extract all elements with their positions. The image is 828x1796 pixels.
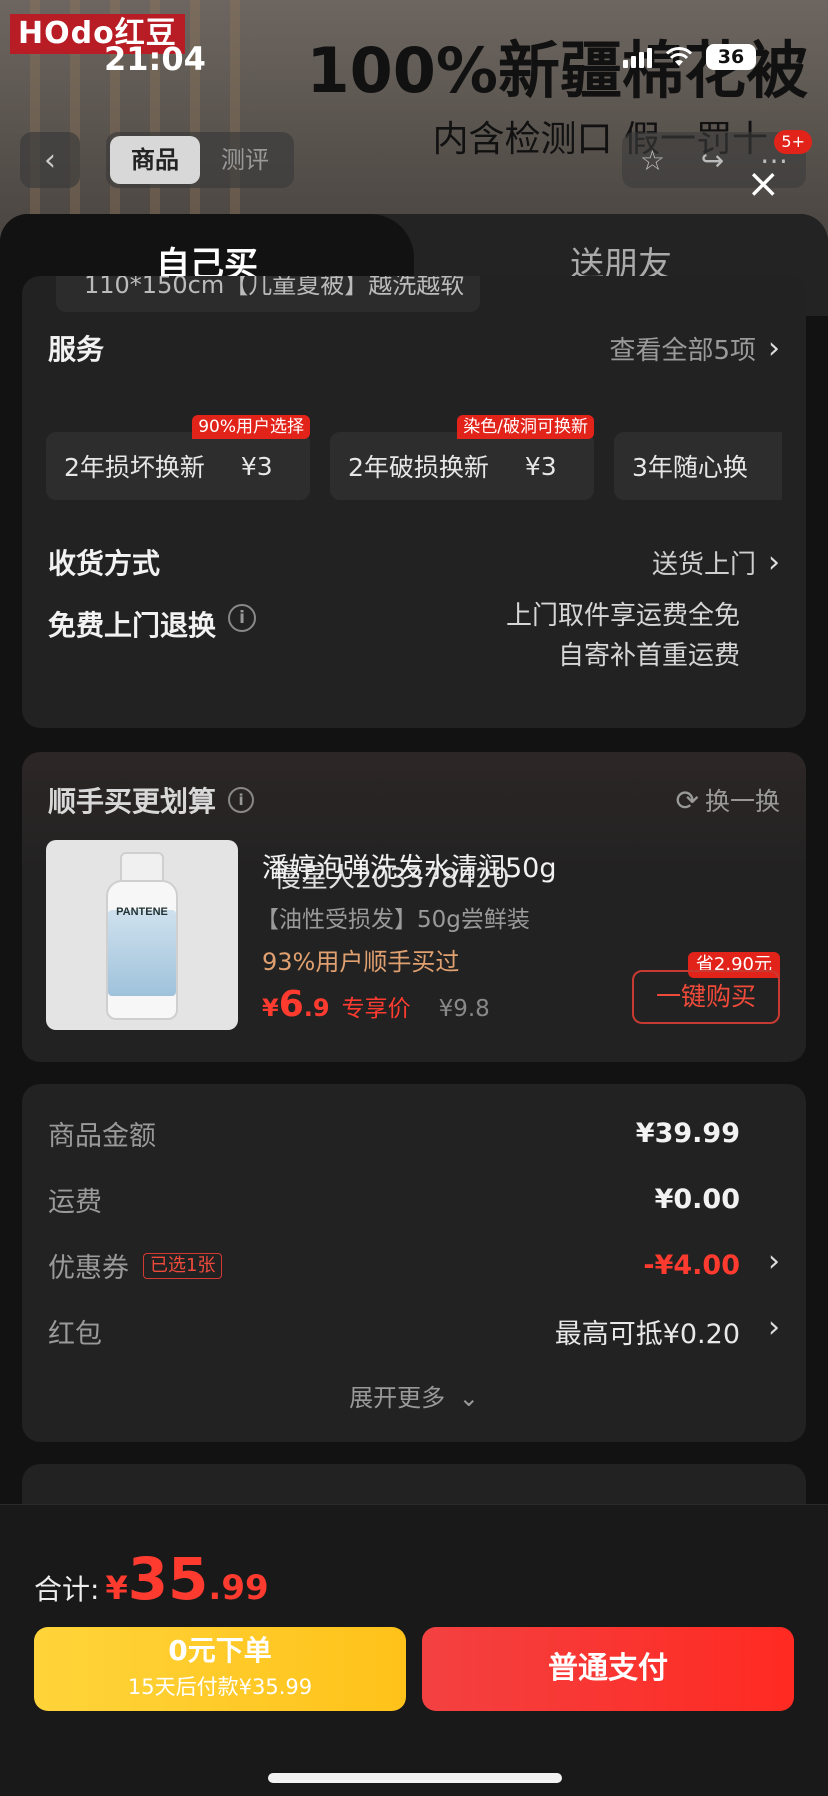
- service-card: 110*150cm【儿童夏被】越洗越软 服务 查看全部5项 › 90%用户选择 …: [22, 276, 806, 728]
- service-view-all: 查看全部5项: [609, 335, 756, 366]
- summary-value: 最高可抵¥0.20: [554, 1319, 740, 1350]
- service-option-price: ¥3: [524, 451, 557, 481]
- service-option-name: 3年随心换: [632, 453, 748, 482]
- delivery-label: 收货方式: [48, 547, 161, 580]
- free-return-label: 免费上门退换: [48, 609, 217, 642]
- addon-header: 顺手买更划算 i ⟳ 换一换: [48, 780, 780, 820]
- service-option-2[interactable]: 染色/破洞可换新 2年破损换新 ¥3: [330, 415, 594, 500]
- summary-row-goods: 商品金额 ¥39.99: [48, 1114, 740, 1153]
- pay-later-title: 0元下单: [168, 1634, 272, 1667]
- back-button[interactable]: ‹: [20, 132, 80, 188]
- summary-value: ¥39.99: [635, 1118, 740, 1149]
- free-return-line2: 自寄补首重运费: [557, 641, 740, 671]
- chevron-right-icon[interactable]: ›: [768, 1310, 780, 1345]
- coupon-selected-tag: 已选1张: [143, 1252, 223, 1279]
- one-click-buy-button[interactable]: 一键购买: [632, 970, 780, 1024]
- service-title: 服务: [48, 333, 105, 366]
- summary-row-redpacket[interactable]: 红包 最高可抵¥0.20: [48, 1312, 740, 1351]
- total-price: 合计: ¥ 35 .99: [34, 1545, 269, 1613]
- summary-value: ¥0.00: [654, 1184, 740, 1215]
- service-row[interactable]: 服务 查看全部5项 ›: [48, 328, 780, 368]
- bottle-label-shape: [108, 910, 176, 996]
- tab-review[interactable]: 测评: [200, 136, 290, 184]
- info-icon[interactable]: i: [228, 787, 255, 813]
- summary-label: 商品金额: [48, 1121, 156, 1152]
- chevron-down-icon: ⌄: [458, 1384, 479, 1412]
- price-dec: .9: [303, 994, 330, 1022]
- chevron-right-icon: ›: [768, 330, 780, 366]
- service-option-1[interactable]: 90%用户选择 2年损坏换新 ¥3: [46, 415, 310, 500]
- summary-row-coupon[interactable]: 优惠券 已选1张 -¥4.00: [48, 1246, 740, 1285]
- tab-product[interactable]: 商品: [110, 136, 200, 184]
- pay-later-subtitle: 15天后付款¥35.99: [127, 1675, 313, 1699]
- notification-badge: 5+: [774, 130, 812, 154]
- total-symbol: ¥: [105, 1569, 128, 1607]
- free-return-row: 免费上门退换 i 上门取件享运费全免 自寄补首重运费: [48, 601, 780, 676]
- expand-more-button[interactable]: 展开更多 ⌄: [22, 1378, 806, 1413]
- battery-icon: 36: [706, 44, 756, 70]
- product-page-background: HOdo红豆 100%新疆棉花被 内含检测口 假一罚十: [0, 0, 828, 240]
- status-time: 21:04: [104, 40, 206, 78]
- summary-label: 运费: [48, 1187, 102, 1218]
- addon-price: ¥ 6 .9 专享价 ¥9.8: [262, 984, 490, 1025]
- product-nav-tabs: 商品 测评: [106, 132, 294, 188]
- share-icon[interactable]: ↪: [701, 144, 724, 177]
- chevron-right-icon: ›: [768, 544, 780, 580]
- service-option-name: 2年损坏换新: [64, 453, 205, 482]
- selected-spec-chip: 110*150cm【儿童夏被】越洗越软: [56, 276, 480, 312]
- price-label: 专享价: [341, 996, 411, 1022]
- summary-label: 优惠券: [48, 1253, 129, 1284]
- free-return-line1: 上门取件享运费全免: [505, 601, 740, 631]
- normal-pay-button[interactable]: 普通支付: [422, 1627, 794, 1711]
- price-symbol: ¥: [262, 994, 279, 1022]
- total-dec: .99: [208, 1568, 269, 1608]
- service-option-price: ¥3: [240, 451, 273, 481]
- chevron-right-icon[interactable]: ›: [768, 1244, 780, 1279]
- addon-card: 顺手买更划算 i ⟳ 换一换 PANTENE 潘婷泡弹洗发水清润50g 慢星人20…: [22, 752, 806, 1062]
- service-option-3[interactable]: 3年随心换: [614, 432, 782, 500]
- refresh-icon: ⟳: [675, 784, 699, 817]
- price-int: 6: [278, 984, 304, 1025]
- product-thumbnail[interactable]: PANTENE: [46, 840, 238, 1030]
- star-icon[interactable]: ☆: [640, 144, 665, 177]
- bottle-brand: PANTENE: [116, 906, 168, 918]
- addon-spec: 【油性受损发】50g尝鲜装: [256, 907, 530, 933]
- expand-label: 展开更多: [349, 1384, 446, 1412]
- home-indicator[interactable]: [268, 1773, 562, 1783]
- service-option-name: 2年破损换新: [348, 453, 489, 482]
- summary-value: -¥4.00: [643, 1250, 740, 1281]
- delivery-value: 送货上门: [651, 549, 756, 580]
- summary-label: 红包: [48, 1319, 102, 1350]
- addon-title: 顺手买更划算: [48, 785, 217, 818]
- signal-icon: [623, 46, 652, 68]
- wifi-icon: [665, 47, 693, 66]
- watermark-text: 慢星人203378420: [274, 863, 510, 894]
- total-label: 合计:: [34, 1573, 100, 1606]
- pay-later-button[interactable]: 0元下单 15天后付款¥35.99: [34, 1627, 406, 1711]
- service-option-tag: 染色/破洞可换新: [457, 415, 594, 439]
- summary-row-shipping: 运费 ¥0.00: [48, 1180, 740, 1219]
- total-int: 35: [127, 1545, 209, 1613]
- status-icons: 36: [623, 44, 756, 70]
- addon-stat: 93%用户顺手买过: [262, 948, 460, 976]
- chevron-left-icon: ‹: [44, 142, 56, 178]
- close-icon[interactable]: ×: [746, 164, 780, 204]
- refresh-button[interactable]: ⟳ 换一换: [676, 782, 780, 818]
- refresh-label: 换一换: [704, 787, 780, 816]
- original-price: ¥9.8: [438, 996, 490, 1022]
- delivery-row[interactable]: 收货方式 送货上门 ›: [48, 542, 780, 582]
- info-icon[interactable]: i: [228, 604, 257, 632]
- checkout-bar: 合计: ¥ 35 .99 0元下单 15天后付款¥35.99 普通支付: [0, 1504, 828, 1796]
- service-option-tag: 90%用户选择: [192, 415, 310, 439]
- price-summary-card: 商品金额 ¥39.99 运费 ¥0.00 优惠券 已选1张 -¥4.00 › 红…: [22, 1084, 806, 1442]
